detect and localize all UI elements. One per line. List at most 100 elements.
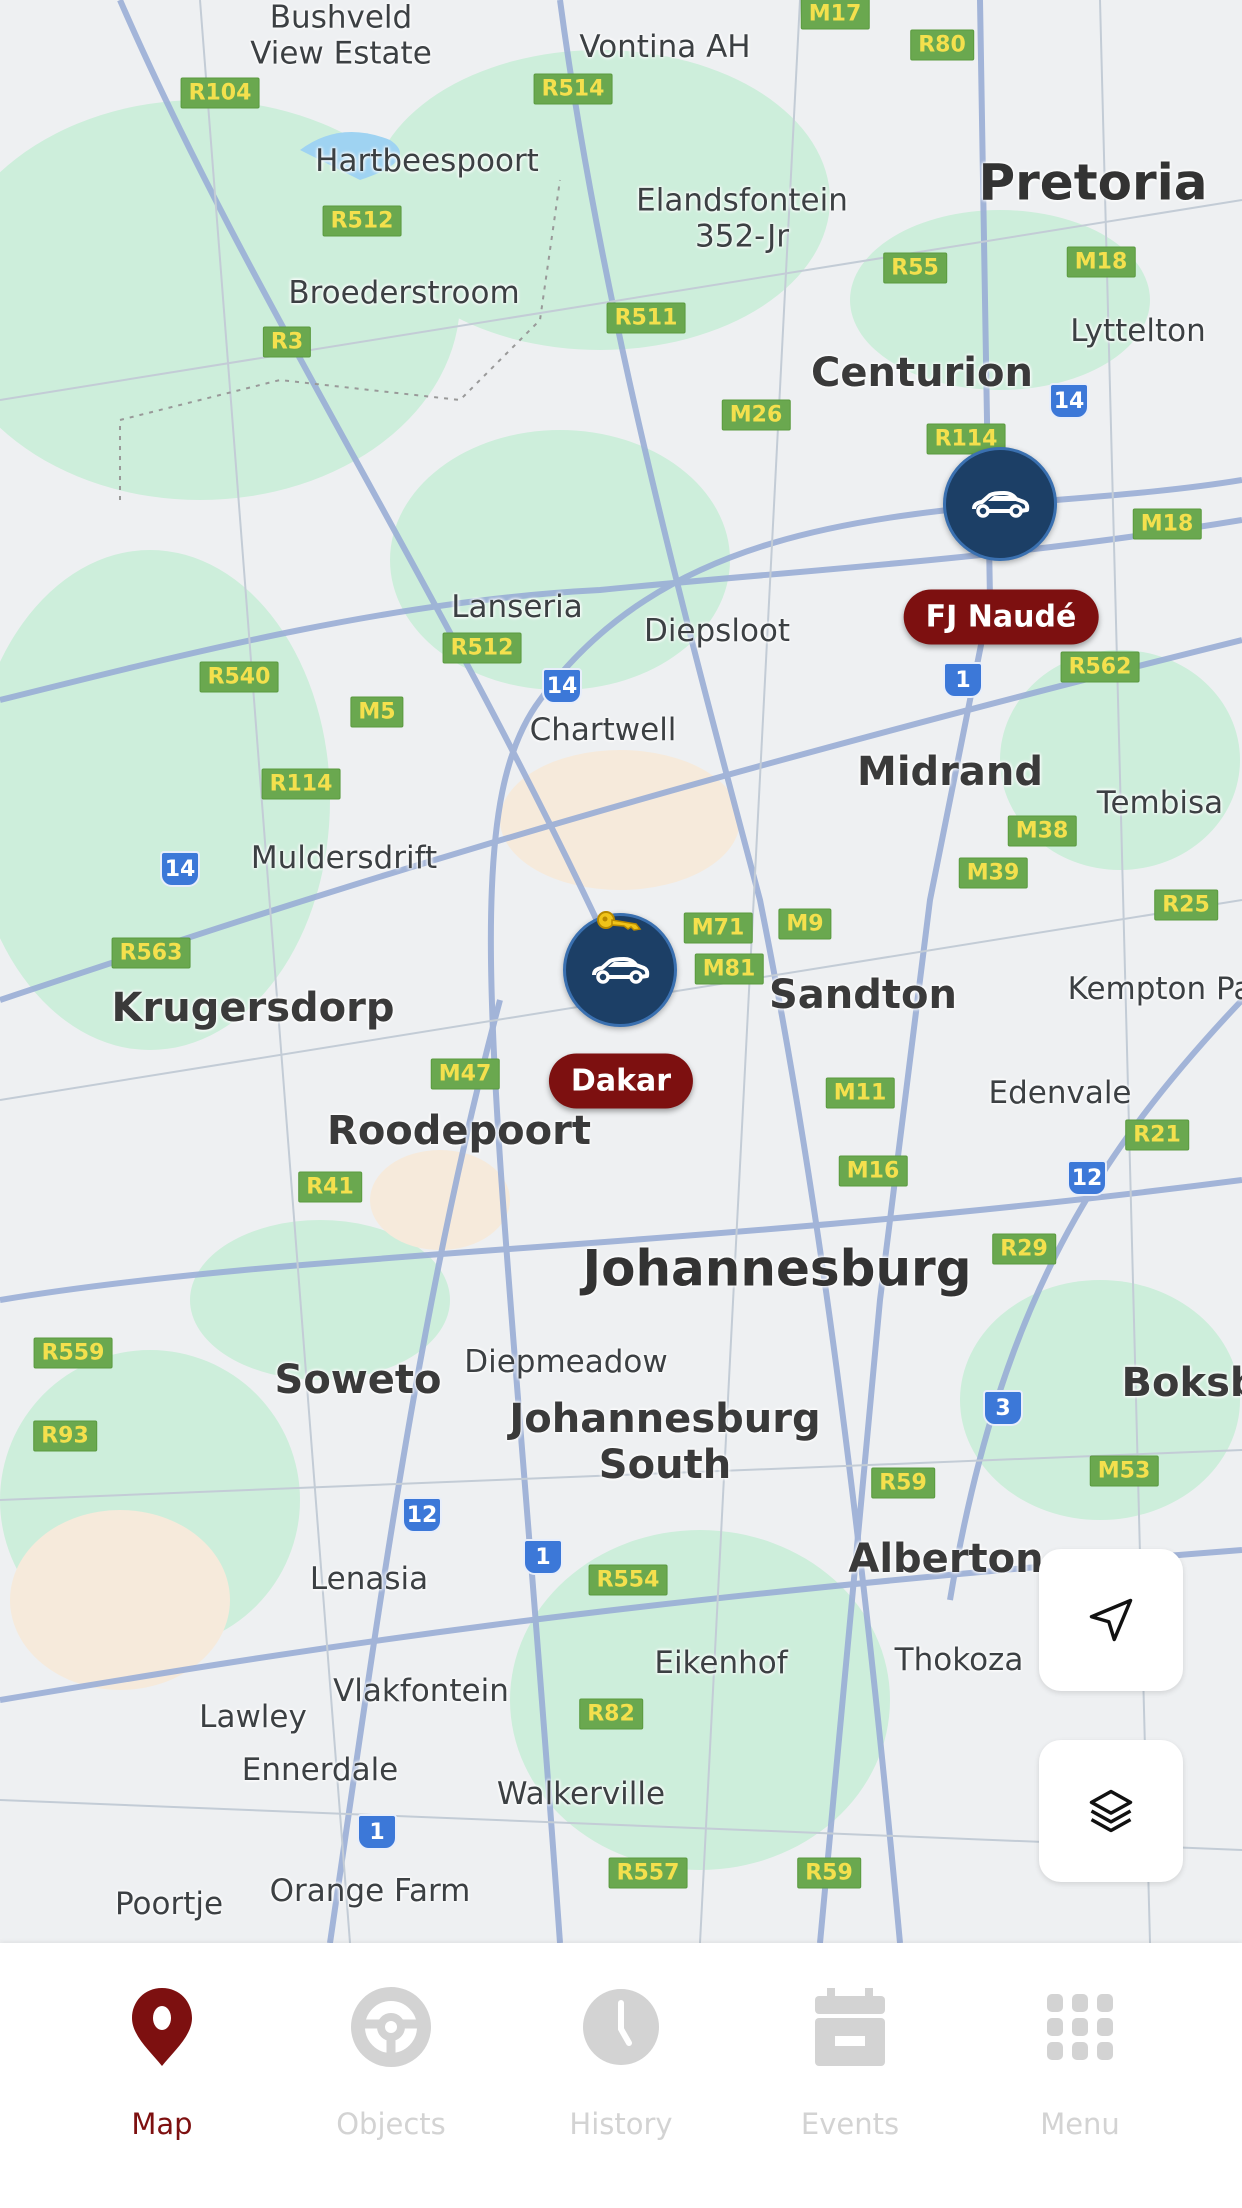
road-shield: M38	[1007, 815, 1077, 847]
road-shield: M39	[958, 857, 1028, 889]
place-label: Roodepoort	[327, 1108, 591, 1154]
place-label: Lenasia	[309, 1561, 429, 1598]
map-layers-button[interactable]	[1039, 1740, 1183, 1882]
place-label: Eikenhof	[654, 1645, 788, 1682]
national-route-shield: 1	[943, 662, 983, 698]
national-route-shield: 1	[357, 1814, 397, 1850]
road-shield: R540	[199, 661, 279, 693]
road-shield: R29	[992, 1233, 1056, 1265]
vehicle-label[interactable]: Dakar	[548, 1053, 694, 1109]
nav-item-events[interactable]: Events	[750, 1983, 950, 2141]
place-label: Krugersdorp	[111, 985, 395, 1031]
road-shield: R59	[797, 1857, 861, 1889]
road-shield: R93	[33, 1420, 97, 1452]
map-pin-icon	[132, 1988, 192, 2066]
place-label: Orange Farm	[269, 1873, 471, 1910]
place-label: Elandsfontein 352-Jr	[636, 182, 848, 254]
place-label: Midrand	[857, 749, 1043, 795]
clock-icon	[583, 1989, 659, 2065]
road-shield: R104	[180, 77, 260, 109]
road-shield: R559	[33, 1337, 113, 1369]
nav-item-history[interactable]: History	[521, 1983, 721, 2141]
road-shield: R563	[111, 937, 191, 969]
place-label: Ennerdale	[241, 1752, 399, 1789]
map-view[interactable]: Bushveld View Estate Vontina AH Hartbeesp…	[0, 0, 1242, 1943]
nav-label: Menu	[1040, 2107, 1120, 2141]
road-shield: R80	[910, 29, 974, 61]
grid-icon	[1047, 1994, 1113, 2060]
car-icon	[592, 957, 650, 984]
place-label: Vlakfontein	[333, 1673, 509, 1710]
place-label: Lanseria	[451, 589, 583, 626]
locate-button[interactable]	[1039, 1549, 1183, 1691]
road-shield: R82	[579, 1698, 643, 1730]
road-shield: R512	[442, 632, 522, 664]
road-shield: M18	[1132, 508, 1202, 540]
road-shield: R512	[322, 205, 402, 237]
key-icon	[597, 911, 642, 931]
place-label: Johannesburg	[582, 1239, 972, 1298]
nav-label: History	[569, 2107, 673, 2141]
road-shield: R114	[261, 768, 341, 800]
place-label: Diepmeadow	[464, 1344, 668, 1381]
place-label: Alberton	[848, 1536, 1044, 1582]
calendar-icon	[815, 1988, 885, 2066]
road-shield: M17	[800, 0, 870, 30]
place-label: Diepsloot	[643, 613, 791, 650]
road-shield: R41	[298, 1171, 362, 1203]
place-label: Edenvale	[988, 1075, 1132, 1112]
road-shield: R557	[608, 1857, 688, 1889]
place-label: Sandton	[769, 972, 957, 1018]
car-icon	[972, 491, 1030, 518]
road-shield: R514	[533, 73, 613, 105]
nav-label: Map	[131, 2107, 193, 2141]
road-shield: M81	[694, 953, 764, 985]
road-shield: R25	[1154, 889, 1218, 921]
place-label: Chartwell	[529, 712, 677, 749]
national-route-shield: 1	[523, 1539, 563, 1575]
layers-icon	[1089, 1789, 1133, 1833]
place-label: Johannesburg South	[509, 1396, 821, 1488]
nav-label: Events	[800, 2107, 900, 2141]
national-route-shield: 12	[402, 1497, 442, 1533]
national-route-shield: 3	[983, 1390, 1023, 1426]
national-route-shield: 14	[160, 851, 200, 887]
road-shield: R21	[1125, 1119, 1189, 1151]
road-shield: M47	[430, 1058, 500, 1090]
nav-item-map[interactable]: Map	[62, 1983, 262, 2141]
road-shield: M18	[1066, 246, 1136, 278]
place-label: Broederstroom	[288, 275, 520, 312]
national-route-shield: 12	[1067, 1160, 1107, 1196]
place-label: Walkerville	[496, 1776, 666, 1813]
road-shield: R562	[1060, 651, 1140, 683]
place-label: Lyttelton	[1070, 313, 1206, 350]
road-shield: M53	[1089, 1455, 1159, 1487]
place-label: Lawley	[199, 1699, 307, 1736]
place-label: Bushveld View Estate	[250, 0, 432, 71]
vehicle-label[interactable]: FJ Naudé	[903, 589, 1099, 645]
road-shield: M26	[721, 399, 791, 431]
place-label: Poortje	[114, 1886, 224, 1923]
nav-item-objects[interactable]: Objects	[291, 1983, 491, 2141]
road-shield: R511	[606, 302, 686, 334]
nav-label: Objects	[336, 2107, 446, 2141]
navigation-arrow-icon	[1089, 1598, 1133, 1642]
place-label: Vontina AH	[579, 29, 751, 66]
road-shield: R554	[588, 1564, 668, 1596]
road-shield: M5	[350, 696, 404, 728]
place-label: Soweto	[274, 1357, 442, 1403]
road-shield: M11	[825, 1077, 895, 1109]
vehicle-marker[interactable]	[943, 447, 1057, 561]
nav-item-menu[interactable]: Menu	[980, 1983, 1180, 2141]
place-label: Tembisa	[1096, 785, 1224, 822]
road-shield: R3	[262, 326, 312, 358]
place-label: Muldersdrift	[250, 840, 438, 877]
road-shield: M16	[838, 1155, 908, 1187]
bottom-navigation: Map Objects History Events Menu	[0, 1943, 1242, 2208]
road-shield: M9	[778, 908, 832, 940]
place-label: Centurion	[811, 350, 1033, 396]
place-label: Boksb	[1121, 1360, 1242, 1406]
vehicle-marker[interactable]	[563, 911, 677, 1027]
place-label: Hartbeespoort	[315, 143, 539, 180]
road-shield: R55	[883, 252, 947, 284]
